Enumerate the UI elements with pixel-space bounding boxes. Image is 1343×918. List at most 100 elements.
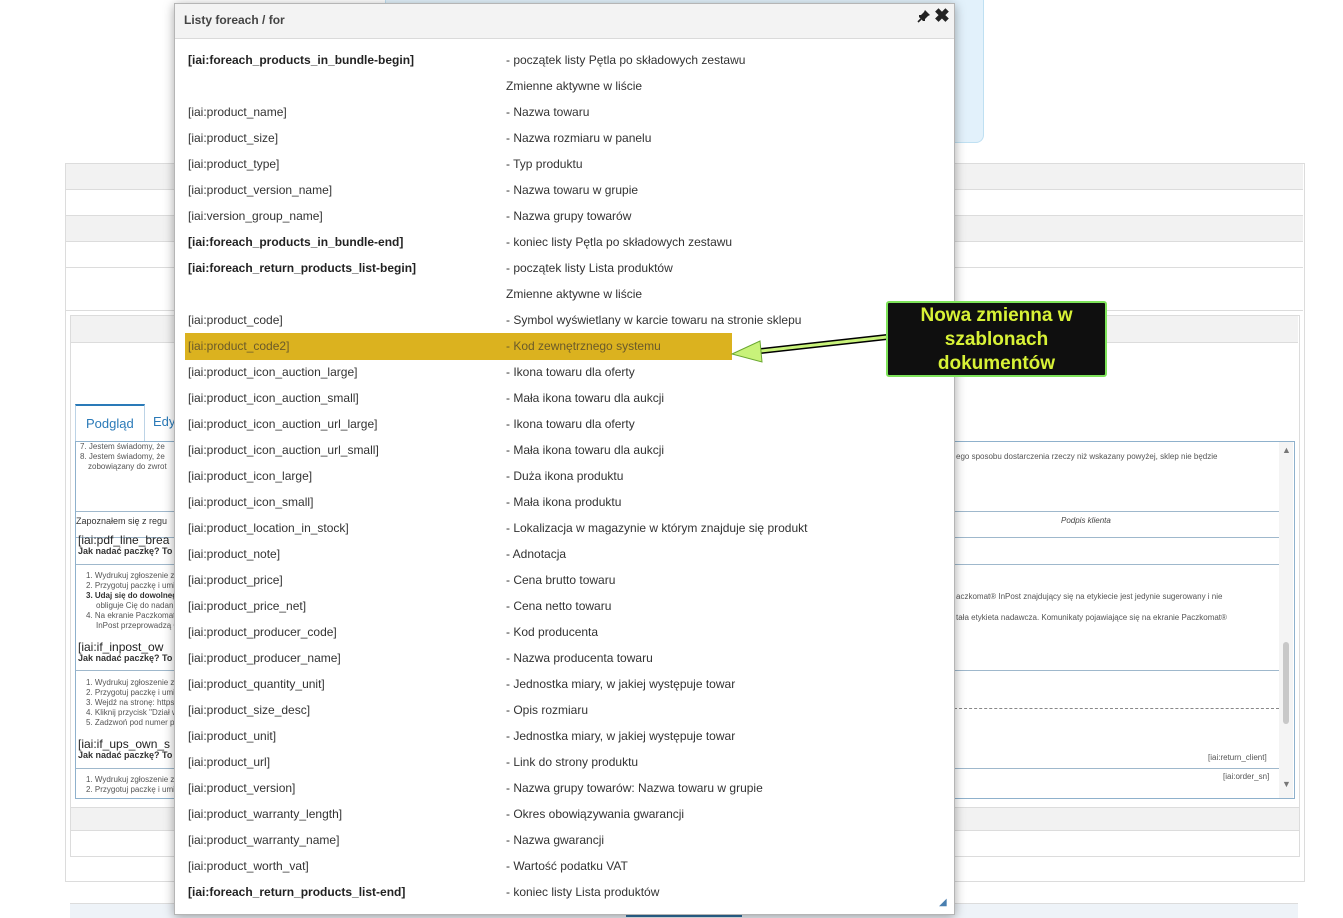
variable-code[interactable]: [iai:foreach_return_products_list-end] — [188, 885, 405, 899]
variable-description: - koniec listy Pętla po składowych zesta… — [506, 235, 733, 249]
dialog-header[interactable]: Listy foreach / for ✖ — [175, 4, 954, 39]
variable-code[interactable]: [iai:product_worth_vat] — [188, 859, 309, 873]
variable-code[interactable]: [iai:product_note] — [188, 547, 280, 561]
variable-row[interactable]: [iai:product_icon_auction_url_small] - Ma… — [175, 436, 954, 462]
preview-text: 4. Kliknij przycisk "Dział w — [86, 708, 178, 717]
preview-text: 7. Jestem świadomy, że — [80, 442, 165, 451]
variable-row[interactable]: [iai:product_icon_auction_url_large] - Ik… — [175, 410, 954, 436]
variable-code[interactable]: [iai:foreach_return_products_list-begin] — [188, 261, 416, 275]
tab-preview[interactable]: Podgląd — [75, 404, 145, 442]
variable-row[interactable]: [iai:product_quantity_unit] - Jednostka m… — [175, 670, 954, 696]
variable-row[interactable]: [iai:product_worth_vat] - Wartość podatku… — [175, 852, 954, 878]
variable-description: - Duża ikona produktu — [506, 469, 624, 483]
preview-text: [iai:if_inpost_ow — [78, 640, 164, 654]
variable-description: - Jednostka miary, w jakiej występuje to… — [506, 677, 736, 691]
variable-row[interactable]: [iai:product_warranty_name] - Nazwa gwara… — [175, 826, 954, 852]
preview-text: 5. Zadzwoń pod numer p — [86, 718, 175, 727]
variable-row[interactable]: [iai:product_size] - Nazwa rozmiaru w pan… — [175, 124, 954, 150]
resize-grip-icon[interactable]: ◢ — [939, 898, 949, 908]
variable-row[interactable]: [iai:product_size_desc] - Opis rozmiaru — [175, 696, 954, 722]
variable-code[interactable]: [iai:product_code] — [188, 313, 283, 327]
variable-description: Zmienne aktywne w liście — [506, 79, 643, 93]
variable-row[interactable]: [iai:product_note] - Adnotacja — [175, 540, 954, 566]
variable-code[interactable]: [iai:product_icon_auction_url_small] — [188, 443, 379, 457]
close-icon[interactable]: ✖ — [933, 7, 951, 26]
variable-code[interactable]: [iai:product_version] — [188, 781, 295, 795]
variable-code[interactable]: [iai:product_quantity_unit] — [188, 677, 325, 691]
variable-row[interactable]: [iai:product_producer_code] - Kod produce… — [175, 618, 954, 644]
variable-code[interactable]: [iai:product_location_in_stock] — [188, 521, 349, 535]
variable-code[interactable]: [iai:product_icon_small] — [188, 495, 313, 509]
variable-code[interactable]: [iai:product_type] — [188, 157, 279, 171]
variable-description: - Nazwa rozmiaru w panelu — [506, 131, 652, 145]
variable-row[interactable]: [iai:product_location_in_stock] - Lokaliz… — [175, 514, 954, 540]
preview-text: Jak nadać paczkę? To — [78, 653, 173, 663]
scroll-down-icon[interactable]: ▼ — [1282, 779, 1291, 789]
variable-row[interactable]: [iai:product_icon_large] - Duża ikona pro… — [175, 462, 954, 488]
variable-description: - Nazwa producenta towaru — [506, 651, 653, 665]
variable-code[interactable]: [iai:foreach_products_in_bundle-end] — [188, 235, 403, 249]
preview-scrollbar[interactable]: ▲ ▼ — [1279, 442, 1293, 798]
variable-code[interactable]: [iai:product_unit] — [188, 729, 276, 743]
variable-description: - Cena brutto towaru — [506, 573, 616, 587]
variable-row[interactable]: [iai:product_unit] - Jednostka miary, w j… — [175, 722, 954, 748]
variable-code[interactable]: [iai:product_producer_code] — [188, 625, 337, 639]
variable-row[interactable]: [iai:product_price_net] - Cena netto towa… — [175, 592, 954, 618]
variable-row[interactable]: [iai:foreach_return_products_list-end] - … — [175, 878, 954, 904]
variable-code[interactable]: [iai:product_size] — [188, 131, 278, 145]
variable-row[interactable]: Zmienne aktywne w liście — [175, 280, 954, 306]
variable-row[interactable]: [iai:product_price] - Cena brutto towaru — [175, 566, 954, 592]
variable-row[interactable]: [iai:product_name] - Nazwa towaru — [175, 98, 954, 124]
variable-description: - Opis rozmiaru — [506, 703, 589, 717]
variable-code[interactable]: [iai:product_size_desc] — [188, 703, 310, 717]
variable-row[interactable]: [iai:product_warranty_length] - Okres obo… — [175, 800, 954, 826]
variable-row[interactable]: [iai:product_producer_name] - Nazwa produ… — [175, 644, 954, 670]
variable-row[interactable]: [iai:product_version_name] - Nazwa towaru… — [175, 176, 954, 202]
variable-description: - Ikona towaru dla oferty — [506, 417, 635, 431]
variable-description: Zmienne aktywne w liście — [506, 287, 643, 301]
preview-text: 3. Wejdź na stronę: https — [86, 698, 175, 707]
preview-text: Jak nadać paczkę? To — [78, 750, 173, 760]
variable-row[interactable]: [iai:foreach_return_products_list-begin]… — [175, 254, 954, 280]
variable-row[interactable]: [iai:product_version] - Nazwa grupy towar… — [175, 774, 954, 800]
variable-description: - Wartość podatku VAT — [506, 859, 628, 873]
variable-code[interactable]: [iai:product_version_name] — [188, 183, 332, 197]
callout-line: szablonach — [944, 329, 1049, 350]
preview-text: Zapoznałem się z regu — [76, 516, 168, 526]
variable-row[interactable]: [iai:product_url] - Link do strony produk… — [175, 748, 954, 774]
variable-code[interactable]: [iai:product_producer_name] — [188, 651, 341, 665]
variable-row[interactable]: [iai:foreach_products_in_bundle-end] - ko… — [175, 228, 954, 254]
variable-code[interactable]: [iai:product_price] — [188, 573, 283, 587]
variable-code[interactable]: [iai:product_icon_auction_url_large] — [188, 417, 377, 431]
variable-code[interactable]: [iai:product_url] — [188, 755, 270, 769]
preview-text: 4. Na ekranie Paczkomat — [86, 611, 176, 620]
preview-text: zobowiązany do zwrot — [88, 462, 167, 471]
variable-code[interactable]: [iai:foreach_products_in_bundle-begin] — [188, 53, 414, 67]
variable-description: - Nazwa grupy towarów: Nazwa towaru w gr… — [506, 781, 763, 795]
variable-row[interactable]: Zmienne aktywne w liście — [175, 72, 954, 98]
preview-text: [iai:if_ups_own_s — [78, 737, 171, 751]
variable-code[interactable]: [iai:product_warranty_length] — [188, 807, 342, 821]
variable-row[interactable]: [iai:product_type] - Typ produktu — [175, 150, 954, 176]
variable-code[interactable]: [iai:product_code2] — [188, 339, 289, 353]
variable-code[interactable]: [iai:product_price_net] — [188, 599, 306, 613]
variable-row[interactable]: [iai:version_group_name] - Nazwa grupy to… — [175, 202, 954, 228]
variable-code[interactable]: [iai:product_icon_large] — [188, 469, 312, 483]
variable-row[interactable]: [iai:product_icon_auction_small] - Mała i… — [175, 384, 954, 410]
preview-text: [iai:return_client] — [1208, 753, 1267, 762]
variable-code[interactable]: [iai:product_icon_auction_large] — [188, 365, 357, 379]
variable-code[interactable]: [iai:product_name] — [188, 105, 287, 119]
variable-row[interactable]: [iai:foreach_products_in_bundle-begin] - … — [175, 46, 954, 72]
variable-code[interactable]: [iai:product_icon_auction_small] — [188, 391, 359, 405]
preview-text: tała etykieta nadawcza. Komunikaty pojaw… — [956, 613, 1227, 622]
scroll-up-icon[interactable]: ▲ — [1282, 445, 1291, 455]
preview-text: 1. Wydrukuj zgłoszenie z — [86, 775, 175, 784]
scroll-thumb[interactable] — [1283, 642, 1289, 724]
pin-icon[interactable] — [916, 9, 932, 25]
variable-description: - Lokalizacja w magazynie w którym znajd… — [506, 521, 808, 535]
variable-description: - Typ produktu — [506, 157, 583, 171]
variable-code[interactable]: [iai:product_warranty_name] — [188, 833, 339, 847]
variable-code[interactable]: [iai:version_group_name] — [188, 209, 323, 223]
variable-description: - Mała ikona towaru dla aukcji — [506, 443, 665, 457]
variable-row[interactable]: [iai:product_icon_small] - Mała ikona pro… — [175, 488, 954, 514]
